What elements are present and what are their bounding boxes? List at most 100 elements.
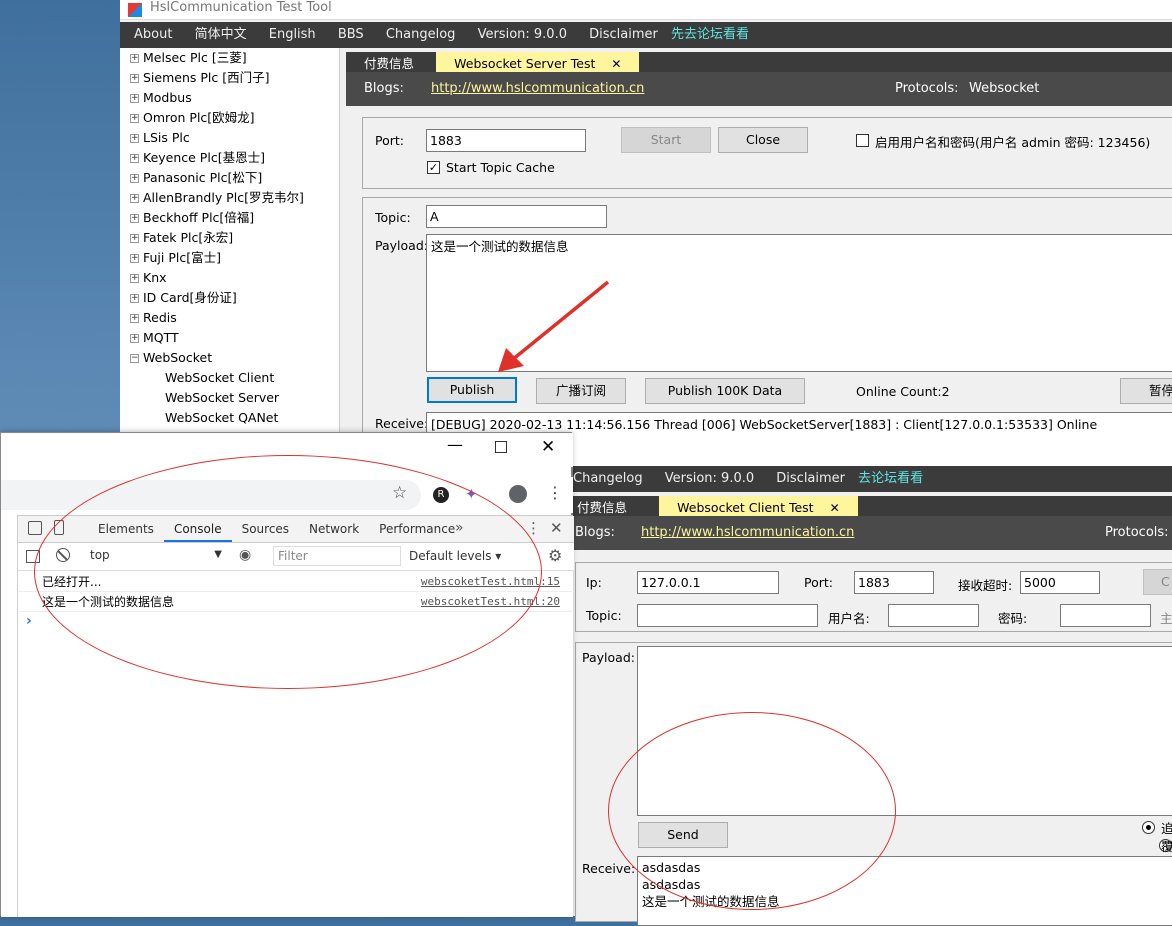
client-protocols-label: Protocols:	[1105, 525, 1169, 540]
password-input[interactable]	[1060, 604, 1151, 627]
console-prompt[interactable]: ›	[26, 613, 32, 629]
ip-input[interactable]: 127.0.0.1	[637, 571, 779, 594]
maximize-icon[interactable]	[495, 441, 507, 453]
expand-icon[interactable]: +	[130, 154, 139, 163]
menu-english[interactable]: English	[260, 22, 325, 48]
expand-icon[interactable]: +	[130, 74, 139, 83]
menu-changelog[interactable]: Changelog	[377, 22, 465, 48]
expand-icon[interactable]: +	[130, 274, 139, 283]
expand-icon[interactable]: +	[130, 334, 139, 343]
tree-item-label: Beckhoff Plc[倍福]	[143, 210, 255, 225]
tree-item-label: ID Card[身份证]	[143, 290, 237, 305]
tree-item[interactable]: + Fuji Plc[富士]	[130, 248, 339, 268]
expand-icon[interactable]: +	[130, 174, 139, 183]
auth-checkbox[interactable]	[856, 134, 869, 147]
tree-item[interactable]: + LSis Plc	[130, 128, 339, 148]
blogs-link[interactable]: http://www.hslcommunication.cn	[431, 72, 644, 106]
client-title-bar	[573, 436, 1172, 466]
menu-bbs[interactable]: BBS	[329, 22, 373, 48]
expand-icon[interactable]: +	[130, 234, 139, 243]
tree-item-label: MQTT	[143, 330, 179, 345]
tab-websocket-server-label: Websocket Server Test	[454, 56, 596, 71]
server-blog-bar: Blogs: http://www.hslcommunication.cn Pr…	[346, 72, 1172, 106]
devtools-close-icon[interactable]: ✕	[550, 519, 563, 537]
client-menu-forum[interactable]: 去论坛看看	[858, 466, 932, 492]
client-blogs-link[interactable]: http://www.hslcommunication.cn	[641, 516, 854, 550]
browser-menu-icon[interactable]: ⋮	[547, 483, 563, 502]
tree-item[interactable]: + Melsec Plc [三菱]	[130, 48, 339, 68]
tree-item[interactable]: + Knx	[130, 268, 339, 288]
client-port-input[interactable]: 1883	[854, 571, 934, 594]
menu-disclaimer[interactable]: Disclaimer	[580, 22, 667, 48]
connect-button[interactable]: C	[1143, 569, 1172, 595]
client-blogs-label: Blogs:	[575, 525, 615, 540]
tree-item[interactable]: + ID Card[身份证]	[130, 288, 339, 308]
tree-item[interactable]: + Beckhoff Plc[倍福]	[130, 208, 339, 228]
client-menu-version[interactable]: Version: 9.0.0	[656, 466, 763, 492]
tree-item[interactable]: + Redis	[130, 308, 339, 328]
topic-cache-checkbox[interactable]: ✓	[427, 161, 440, 174]
username-input[interactable]	[888, 604, 979, 627]
expand-icon[interactable]: +	[130, 54, 139, 63]
extra-partial-label: 主	[1160, 611, 1172, 626]
close-window-icon[interactable]: ✕	[541, 437, 555, 457]
expand-icon[interactable]: +	[130, 134, 139, 143]
tree-item[interactable]: + Siemens Plc [西门子]	[130, 68, 339, 88]
close-button[interactable]: Close	[718, 127, 808, 153]
tree-child-item[interactable]: WebSocket Server	[130, 388, 339, 408]
client-payload-label: Payload:	[582, 650, 635, 665]
pause-button[interactable]: 暂停	[1120, 378, 1172, 404]
tree-item[interactable]: − WebSocket	[130, 348, 339, 368]
server-connection-group: Port: 1883 Start Close 启用用户名和密码(用户名 admi…	[362, 117, 1172, 189]
expand-icon[interactable]: +	[130, 314, 139, 323]
protocols-value: Websocket	[969, 81, 1040, 96]
client-menu-disclaimer[interactable]: Disclaimer	[767, 466, 854, 492]
annotation-ellipse-receive	[608, 712, 896, 910]
timeout-input[interactable]: 5000	[1020, 571, 1100, 594]
tree-item[interactable]: + Fatek Plc[永宏]	[130, 228, 339, 248]
expand-icon[interactable]: +	[130, 114, 139, 123]
tree-item[interactable]: + AllenBrandly Plc[罗克韦尔]	[130, 188, 339, 208]
menu-forum[interactable]: 先去论坛看看	[671, 22, 758, 48]
expand-icon[interactable]: +	[130, 294, 139, 303]
expand-icon[interactable]: +	[130, 214, 139, 223]
expand-icon[interactable]: +	[130, 254, 139, 263]
port-input[interactable]: 1883	[426, 129, 586, 152]
client-topic-input[interactable]	[637, 604, 818, 627]
topic-input[interactable]: A	[426, 205, 607, 228]
tree-item[interactable]: + Omron Plc[欧姆龙]	[130, 108, 339, 128]
append-radio[interactable]	[1142, 821, 1155, 834]
client-menu-changelog[interactable]: Changelog	[573, 466, 652, 492]
inspect-element-icon[interactable]	[28, 521, 42, 535]
tree-item[interactable]: + MQTT	[130, 328, 339, 348]
tree-child-item[interactable]: WebSocket QANet	[130, 408, 339, 428]
broadcast-button[interactable]: 广播订阅	[536, 378, 626, 404]
tree-child-item[interactable]: WebSocket Client	[130, 368, 339, 388]
server-title-bar: HslCommunication Test Tool	[120, 0, 1172, 20]
annotation-ellipse-console	[34, 455, 542, 689]
close-icon[interactable]: ✕	[830, 501, 840, 515]
collapse-icon[interactable]: −	[130, 354, 139, 363]
expand-icon[interactable]: +	[130, 94, 139, 103]
close-icon[interactable]: ✕	[611, 57, 621, 71]
settings-gear-icon[interactable]: ⚙	[548, 546, 562, 565]
menu-chinese[interactable]: 简体中文	[186, 22, 256, 48]
tab-paid-info-label: 付费信息	[364, 56, 415, 71]
start-button[interactable]: Start	[621, 127, 711, 153]
menu-version[interactable]: Version: 9.0.0	[469, 22, 576, 48]
minimize-icon[interactable]: —	[447, 435, 463, 454]
payload-label: Payload:	[375, 238, 428, 253]
publish-100k-button[interactable]: Publish 100K Data	[645, 378, 805, 404]
username-label: 用户名:	[828, 611, 870, 626]
menu-about[interactable]: About	[120, 22, 181, 48]
client-topic-label: Topic:	[586, 608, 622, 623]
profile-avatar-icon[interactable]	[509, 485, 527, 503]
expand-icon[interactable]: +	[130, 194, 139, 203]
append-radio-label: 追	[1161, 821, 1172, 836]
tree-item[interactable]: + Modbus	[130, 88, 339, 108]
server-publish-group: Topic: A Payload: 这是一个测试的数据信息 Publish 广播…	[362, 197, 1172, 442]
tree-item[interactable]: + Panasonic Plc[松下]	[130, 168, 339, 188]
publish-button[interactable]: Publish	[427, 377, 517, 403]
tree-item[interactable]: + Keyence Plc[基恩士]	[130, 148, 339, 168]
online-count: Online Count:2	[856, 384, 950, 399]
